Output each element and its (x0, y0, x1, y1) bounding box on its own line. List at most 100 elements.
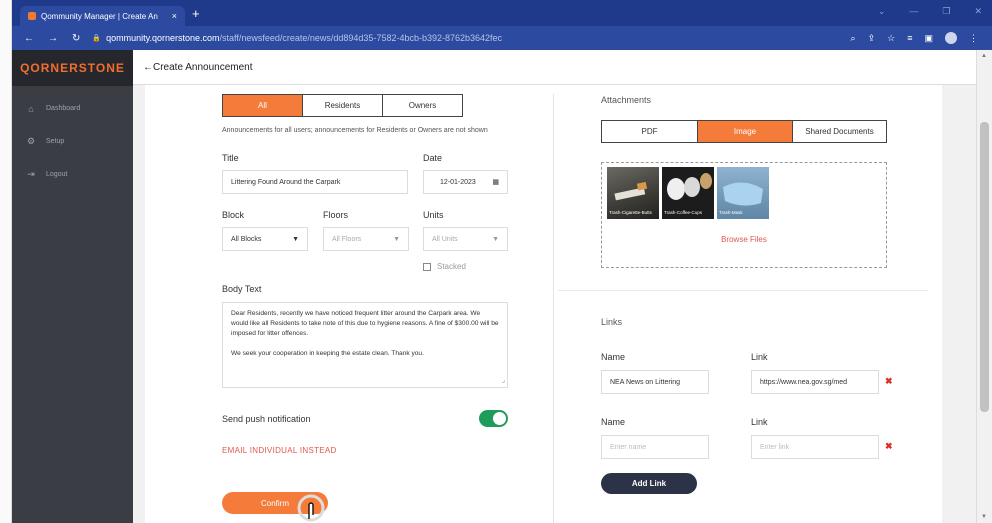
stacked-checkbox[interactable] (423, 263, 431, 271)
title-input[interactable]: Littering Found Around the Carpark (222, 170, 408, 194)
link-url-input[interactable]: https://www.nea.gov.sg/med (751, 370, 879, 394)
column-divider (553, 94, 554, 523)
window-controls: ⌄ — ❐ ✕ (878, 6, 982, 17)
sidebar-item-logout[interactable]: ⇥ Logout (12, 158, 133, 191)
address-bar: ← → ↻ 🔒 qommunity.qornerstone.com/staff/… (12, 26, 992, 50)
share-icon[interactable]: ⇪ (868, 33, 876, 44)
date-value: 12-01-2023 (440, 178, 476, 186)
attachment-type-selector: PDF Image Shared Documents (601, 120, 887, 143)
browser-tab[interactable]: Qommunity Manager | Create An × (20, 6, 185, 26)
image-caption: Trash-Mask (719, 210, 743, 215)
back-icon[interactable]: ← (24, 33, 34, 44)
remove-link-icon[interactable]: ✖ (885, 376, 893, 387)
block-select[interactable]: All Blocks ▼ (222, 227, 308, 251)
page-scrollbar[interactable]: ▲ ▼ (976, 50, 992, 523)
audience-residents-button[interactable]: Residents (303, 95, 383, 116)
profile-avatar[interactable] (945, 32, 957, 44)
browser-tab-bar: Qommunity Manager | Create An × + ⌄ — ❐ … (12, 0, 992, 26)
resize-grip-icon[interactable]: ⌟ (502, 376, 505, 386)
audience-help-text: Announcements for all users; announcemen… (222, 127, 488, 134)
gear-icon: ⚙ (26, 136, 36, 146)
scroll-down-icon[interactable]: ▼ (981, 514, 987, 520)
image-thumbnail[interactable]: Trash-Coffee-Cups (662, 167, 714, 219)
block-label: Block (222, 210, 245, 220)
browse-files-link[interactable]: Browse Files (602, 235, 886, 244)
toggle-knob (493, 412, 506, 425)
stacked-label: Stacked (437, 262, 466, 271)
url-field[interactable]: 🔒 qommunity.qornerstone.com/staff/newsfe… (92, 33, 502, 43)
home-icon: ⌂ (28, 103, 34, 114)
url-path: /staff/newsfeed/create/news/dd894d35-758… (219, 33, 503, 43)
add-link-button[interactable]: Add Link (601, 473, 697, 494)
audience-all-button[interactable]: All (223, 95, 303, 116)
close-window-icon[interactable]: ✕ (974, 6, 982, 17)
date-input[interactable]: 12-01-2023 ▦ (423, 170, 508, 194)
reload-icon[interactable]: ↻ (72, 33, 80, 44)
section-divider (558, 290, 928, 291)
floors-select[interactable]: All Floors ▼ (323, 227, 409, 251)
email-individual-link[interactable]: EMAIL INDIVIDUAL INSTEAD (222, 446, 337, 455)
tab-title: Qommunity Manager | Create An (41, 11, 158, 21)
body-textarea[interactable]: Dear Residents, recently we have noticed… (222, 302, 508, 388)
sidebar-item-label: Logout (46, 171, 68, 178)
image-upload-area[interactable]: Trash-Cigarette-Butts Trash-Coffee-Cups … (601, 162, 887, 268)
image-caption: Trash-Cigarette-Butts (609, 210, 652, 215)
attachment-pdf-tab[interactable]: PDF (602, 121, 698, 142)
link-name-input[interactable]: NEA News on Littering (601, 370, 709, 394)
title-label: Title (222, 153, 239, 163)
remove-link-icon[interactable]: ✖ (885, 441, 893, 452)
floors-label: Floors (323, 210, 349, 220)
link-name-input[interactable]: Enter name (601, 435, 709, 459)
link-url-label: Link (751, 417, 768, 427)
audience-owners-button[interactable]: Owners (383, 95, 462, 116)
chevron-down-icon[interactable]: ⌄ (878, 6, 886, 17)
units-label: Units (423, 210, 444, 220)
image-caption: Trash-Coffee-Cups (664, 210, 703, 215)
menu-icon[interactable]: ⋮ (969, 33, 978, 44)
caret-down-icon: ▼ (492, 235, 499, 243)
caret-down-icon: ▼ (393, 235, 400, 243)
calendar-icon[interactable]: ▦ (492, 178, 499, 186)
attachment-image-tab[interactable]: Image (698, 121, 793, 142)
image-thumbnail[interactable]: Trash-Mask (717, 167, 769, 219)
page-title[interactable]: ←Create Announcement (143, 62, 253, 73)
scrollbar-thumb[interactable] (980, 122, 989, 412)
units-select[interactable]: All Units ▼ (423, 227, 508, 251)
sidebar-item-setup[interactable]: ⚙ Setup (12, 125, 133, 158)
audience-selector: All Residents Owners (222, 94, 463, 117)
sidebar-item-dashboard[interactable]: ⌂ Dashboard (12, 92, 133, 125)
scroll-up-icon[interactable]: ▲ (981, 53, 987, 59)
sidepanel-icon[interactable]: ▣ (924, 33, 933, 44)
link-name-label: Name (601, 417, 626, 427)
link-name-label: Name (601, 352, 626, 362)
date-label: Date (423, 153, 443, 163)
star-icon[interactable]: ☆ (887, 33, 895, 44)
hand-cursor-icon (297, 494, 325, 522)
logout-icon: ⇥ (27, 169, 35, 179)
forward-icon[interactable]: → (48, 33, 58, 44)
page-header: ←Create Announcement (133, 50, 976, 85)
favicon-icon (28, 12, 36, 20)
push-notification-label: Send push notification (222, 414, 311, 424)
image-thumbnail[interactable]: Trash-Cigarette-Butts (607, 167, 659, 219)
push-notification-toggle[interactable] (479, 410, 508, 427)
minimize-icon[interactable]: — (909, 6, 918, 17)
zoom-icon[interactable]: ⌕ (851, 33, 856, 44)
body-text-label: Body Text (222, 284, 262, 294)
url-host: qommunity.qornerstone.com (106, 33, 220, 43)
body-paragraph: We seek your cooperation in keeping the … (231, 350, 424, 357)
tab-close-icon[interactable]: × (172, 11, 177, 21)
caret-down-icon: ▼ (292, 235, 299, 243)
reading-list-icon[interactable]: ≡ (907, 33, 912, 43)
sidebar-item-label: Dashboard (46, 105, 81, 112)
attachments-label: Attachments (601, 95, 652, 105)
block-value: All Blocks (231, 235, 262, 243)
new-tab-button[interactable]: + (192, 6, 200, 21)
link-url-input[interactable]: Enter link (751, 435, 879, 459)
brand-logo[interactable]: QORNERSTONE (12, 50, 133, 86)
body-paragraph: Dear Residents, recently we have noticed… (231, 310, 499, 337)
restore-icon[interactable]: ❐ (942, 6, 950, 17)
links-label: Links (601, 317, 623, 327)
floors-value: All Floors (332, 235, 362, 243)
attachment-shared-docs-tab[interactable]: Shared Documents (793, 121, 886, 142)
